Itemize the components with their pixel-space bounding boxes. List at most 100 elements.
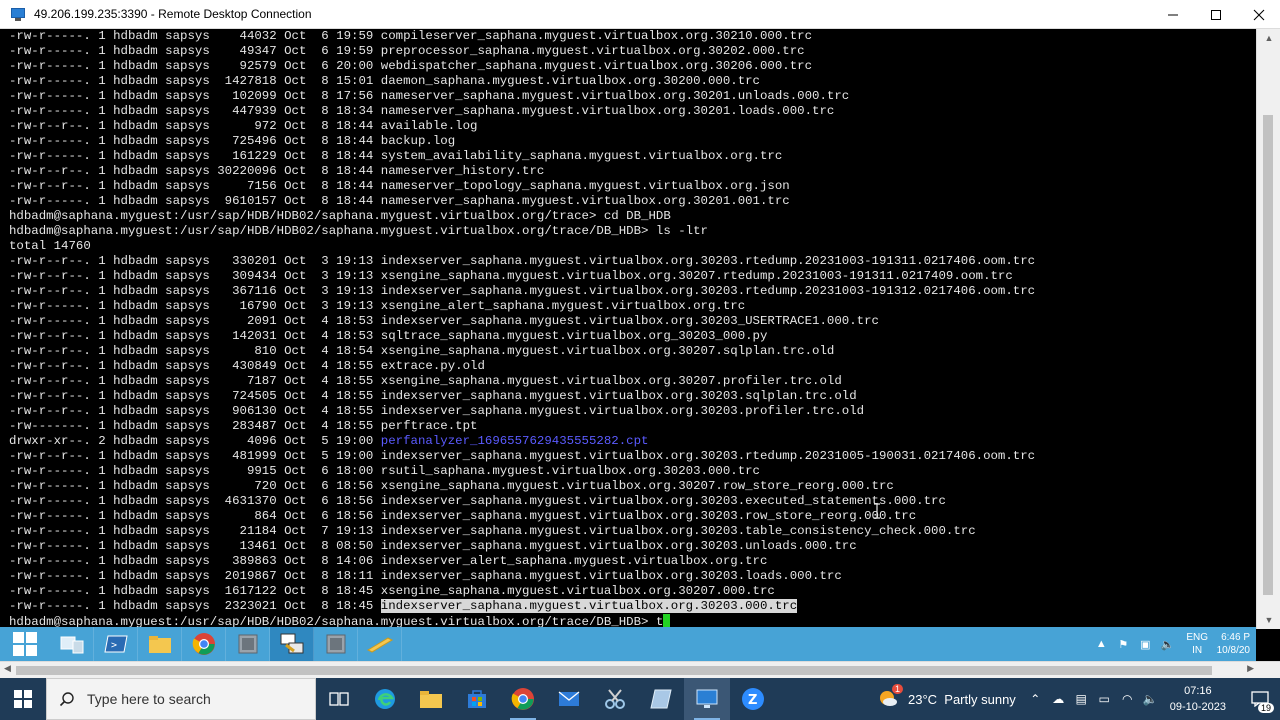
remote-time: 6:46 P xyxy=(1221,632,1250,643)
terminal-line-text: -rw-r--r--. 1 hdbadm sapsys 7156 Oct 8 1… xyxy=(9,179,790,193)
remote-app-pencil[interactable] xyxy=(358,627,402,661)
remote-app-putty[interactable] xyxy=(270,627,314,661)
terminal-line: -rw-r-----. 1 hdbadm sapsys 13461 Oct 8 … xyxy=(9,539,1256,554)
tray-up-arrow-icon[interactable]: ▲ xyxy=(1090,638,1112,650)
tray-flag-icon[interactable]: ⚑ xyxy=(1112,638,1134,651)
scroll-down-icon[interactable]: ▼ xyxy=(1257,611,1280,629)
terminal-line-text: -rw-r--r--. 1 hdbadm sapsys 367116 Oct 3… xyxy=(9,284,1036,298)
terminal-line-text: -rw-r-----. 1 hdbadm sapsys 44032 Oct 6 … xyxy=(9,29,813,43)
terminal-line-text: drwxr-xr--. 2 hdbadm sapsys 4096 Oct 5 1… xyxy=(9,434,381,448)
maximize-button[interactable] xyxy=(1194,0,1237,29)
terminal-output[interactable]: -rw-r-----. 1 hdbadm sapsys 44032 Oct 6 … xyxy=(0,29,1256,627)
vertical-scrollbar[interactable]: ▲ ▼ xyxy=(1256,29,1280,629)
terminal-line: -rw-r-----. 1 hdbadm sapsys 21184 Oct 7 … xyxy=(9,524,1256,539)
battery-icon[interactable]: ▭ xyxy=(1093,692,1116,706)
taskbar-mail[interactable] xyxy=(546,678,592,720)
mail-icon xyxy=(558,691,580,706)
remote-app-window-2[interactable] xyxy=(314,627,358,661)
terminal-line-text: -rw-r-----. 1 hdbadm sapsys 1427818 Oct … xyxy=(9,74,760,88)
terminal-line: -rw-r-----. 1 hdbadm sapsys 864 Oct 6 18… xyxy=(9,509,1256,524)
tray-chevron-icon[interactable]: ⌃ xyxy=(1024,692,1047,706)
terminal-line: -rw-r-----. 1 hdbadm sapsys 2323021 Oct … xyxy=(9,599,1256,614)
terminal-line: -rw-r--r--. 1 hdbadm sapsys 810 Oct 4 18… xyxy=(9,344,1256,359)
close-button[interactable] xyxy=(1237,0,1280,29)
terminal-line-text: hdbadm@saphana.myguest:/usr/sap/HDB/HDB0… xyxy=(9,224,708,238)
taskbar-clock[interactable]: 07:16 09-10-2023 xyxy=(1170,683,1226,715)
vertical-scroll-thumb[interactable] xyxy=(1263,115,1273,595)
terminal-line-text: -rw-r-----. 1 hdbadm sapsys 2019867 Oct … xyxy=(9,569,842,583)
taskbar-zoom[interactable]: Z xyxy=(730,678,776,720)
terminal-line: -rw-r--r--. 1 hdbadm sapsys 906130 Oct 4… xyxy=(9,404,1256,419)
terminal-line-text: -rw-r-----. 1 hdbadm sapsys 725496 Oct 8… xyxy=(9,134,456,148)
terminal-line-text: total 14760 xyxy=(9,239,91,253)
close-icon xyxy=(1253,9,1264,20)
weather-widget[interactable]: 1 23°C Partly sunny xyxy=(876,678,1016,720)
tray-network-icon[interactable]: ▣ xyxy=(1134,638,1156,651)
search-placeholder: Type here to search xyxy=(87,691,211,707)
store-icon xyxy=(468,690,486,708)
terminal-line-text: -rw-r-----. 1 hdbadm sapsys 21184 Oct 7 … xyxy=(9,524,976,538)
remote-clock[interactable]: 6:46 P 10/8/20 xyxy=(1216,631,1250,657)
horizontal-scroll-thumb[interactable] xyxy=(16,666,1212,675)
taskbar-store[interactable] xyxy=(454,678,500,720)
start-button[interactable] xyxy=(0,678,46,720)
remote-app-window[interactable] xyxy=(226,627,270,661)
taskbar-remote-desktop[interactable] xyxy=(684,678,730,720)
selected-filename[interactable]: indexserver_saphana.myguest.virtualbox.o… xyxy=(380,599,798,613)
terminal-line-text: -rw-r-----. 1 hdbadm sapsys 389863 Oct 8… xyxy=(9,554,768,568)
rdp-title-bar[interactable]: 49.206.199.235:3390 - Remote Desktop Con… xyxy=(0,0,1280,29)
minimize-button[interactable] xyxy=(1151,0,1194,29)
tray-app-icon[interactable]: ▤ xyxy=(1070,692,1093,706)
terminal-line: total 14760 xyxy=(9,239,1256,254)
taskbar-search-box[interactable]: Type here to search xyxy=(46,678,316,720)
terminal-line-text: -rw-r--r--. 1 hdbadm sapsys 330201 Oct 3… xyxy=(9,254,1036,268)
terminal-line-text: -rw-r--r--. 1 hdbadm sapsys 142031 Oct 4… xyxy=(9,329,768,343)
remote-taskbar: > ▲ ⚑ ▣ 🔈 ENG IN 6:46 P 10/8/20 xyxy=(0,627,1256,661)
remote-app-file-explorer[interactable] xyxy=(138,627,182,661)
terminal-line-text: -rw-r--r--. 1 hdbadm sapsys 30220096 Oct… xyxy=(9,164,545,178)
terminal-line-text: -rw-r-----. 1 hdbadm sapsys 9915 Oct 6 1… xyxy=(9,464,760,478)
wifi-icon[interactable]: ◠ xyxy=(1116,692,1139,706)
terminal-line: -rw-r-----. 1 hdbadm sapsys 1617122 Oct … xyxy=(9,584,1256,599)
windows-logo-icon xyxy=(13,632,37,656)
terminal-line: -rw-r--r--. 1 hdbadm sapsys 972 Oct 8 18… xyxy=(9,119,1256,134)
volume-icon[interactable]: 🔈 xyxy=(1139,692,1162,706)
terminal-line-text: -rw-r--r--. 1 hdbadm sapsys 430849 Oct 4… xyxy=(9,359,485,373)
horizontal-scrollbar[interactable]: ◀ ▶ xyxy=(0,661,1280,678)
taskbar-snipping-tool[interactable] xyxy=(592,678,638,720)
terminal-line-text: -rw-r-----. 1 hdbadm sapsys 49347 Oct 6 … xyxy=(9,44,805,58)
remote-desktop-icon xyxy=(696,689,718,708)
terminal-line-text: -rw-r--r--. 1 hdbadm sapsys 906130 Oct 4… xyxy=(9,404,865,418)
tray-speaker-icon[interactable]: 🔈 xyxy=(1156,638,1178,651)
taskbar-edge[interactable] xyxy=(362,678,408,720)
onedrive-icon[interactable]: ☁ xyxy=(1047,692,1070,706)
terminal-line: -rw-r-----. 1 hdbadm sapsys 16790 Oct 3 … xyxy=(9,299,1256,314)
terminal-line: -rw-r-----. 1 hdbadm sapsys 720 Oct 6 18… xyxy=(9,479,1256,494)
lang-bottom: IN xyxy=(1192,645,1203,656)
taskbar-chrome[interactable] xyxy=(500,678,546,720)
scroll-up-icon[interactable]: ▲ xyxy=(1257,29,1280,47)
terminal-line-text: -rw-r-----. 1 hdbadm sapsys 161229 Oct 8… xyxy=(9,149,783,163)
terminal-line-text: -rw-r--r--. 1 hdbadm sapsys 7187 Oct 4 1… xyxy=(9,374,842,388)
remote-app-chrome[interactable] xyxy=(182,627,226,661)
remote-start-button[interactable] xyxy=(0,627,50,661)
scroll-left-icon[interactable]: ◀ xyxy=(4,663,11,674)
task-view-button[interactable] xyxy=(316,678,362,720)
taskbar-file-explorer[interactable] xyxy=(408,678,454,720)
terminal-line-text: hdbadm@saphana.myguest:/usr/sap/HDB/HDB0… xyxy=(9,615,664,627)
remote-language-indicator[interactable]: ENG IN xyxy=(1186,631,1208,657)
remote-app-server-manager[interactable] xyxy=(50,627,94,661)
edge-icon xyxy=(375,689,395,709)
terminal-line: -rw-r-----. 1 hdbadm sapsys 4631370 Oct … xyxy=(9,494,1256,509)
terminal-line: -rw-r-----. 1 hdbadm sapsys 44032 Oct 6 … xyxy=(9,29,1256,44)
remote-app-powershell[interactable]: > xyxy=(94,627,138,661)
minimize-icon xyxy=(1167,14,1178,15)
scroll-right-icon[interactable]: ▶ xyxy=(1247,663,1254,674)
terminal-line: -rw-r-----. 1 hdbadm sapsys 1427818 Oct … xyxy=(9,74,1256,89)
terminal-line: -rw-r--r--. 1 hdbadm sapsys 309434 Oct 3… xyxy=(9,269,1256,284)
svg-text:Z: Z xyxy=(748,693,757,708)
action-center-button[interactable]: 19 xyxy=(1240,691,1280,713)
terminal-line-text: -rw-r--r--. 1 hdbadm sapsys 724505 Oct 4… xyxy=(9,389,857,403)
taskbar-notepad[interactable] xyxy=(638,678,684,720)
terminal-line: -rw-r--r--. 1 hdbadm sapsys 724505 Oct 4… xyxy=(9,389,1256,404)
